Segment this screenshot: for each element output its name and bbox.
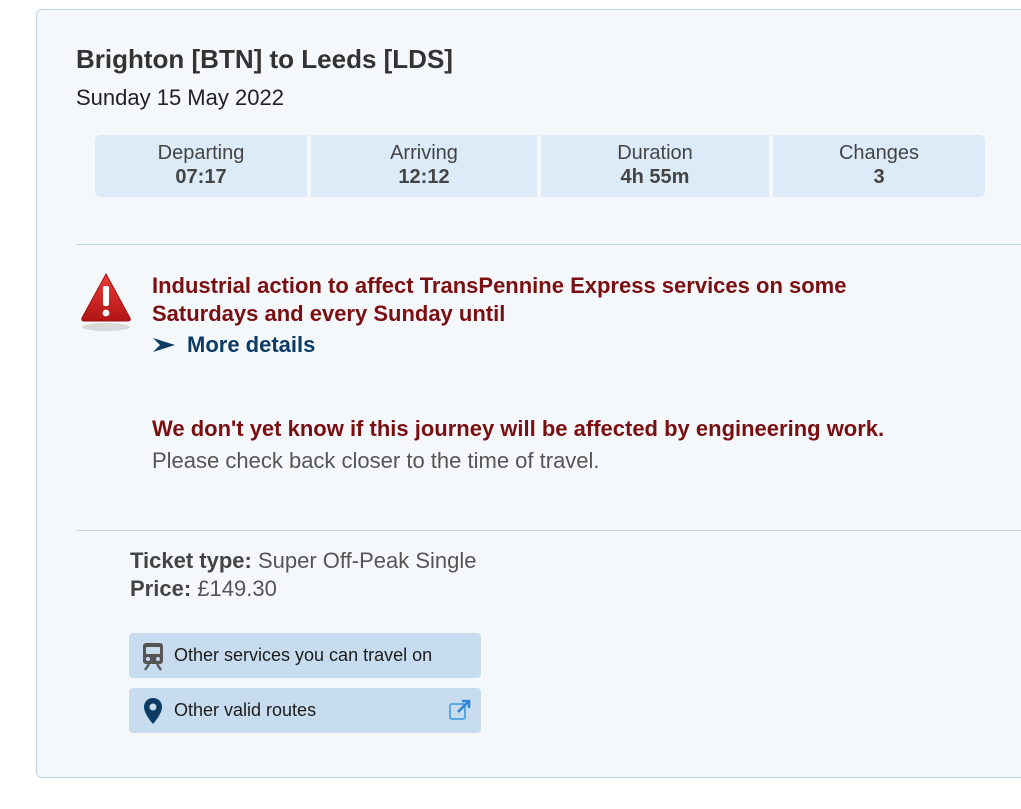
alert-title: Industrial action to affect TransPennine… [152, 273, 847, 326]
duration-cell: Duration 4h 55m [541, 135, 769, 197]
engineering-message: Please check back closer to the time of … [152, 448, 600, 473]
journey-date: Sunday 15 May 2022 [76, 85, 284, 110]
warning-icon [80, 271, 132, 335]
ticket-type: Ticket type: Super Off-Peak Single [130, 548, 476, 574]
other-routes-button[interactable]: Other valid routes [129, 688, 481, 733]
price-value: £149.30 [197, 576, 277, 601]
ticket-price: Price: £149.30 [130, 576, 277, 602]
changes-value: 3 [873, 166, 885, 188]
journey-panel: Brighton [BTN] to Leeds [LDS] Sunday 15 … [36, 9, 1021, 778]
ticket-type-value: Super Off-Peak Single [257, 548, 477, 573]
duration-value: 4h 55m [620, 166, 690, 188]
other-routes-label: Other valid routes [174, 700, 317, 720]
departing-cell: Departing 07:17 [95, 135, 307, 197]
duration-label: Duration [617, 142, 693, 164]
journey-title: Brighton [BTN] to Leeds [LDS] [76, 44, 453, 74]
changes-label: Changes [838, 142, 920, 164]
arriving-time: 12:12 [398, 166, 450, 188]
departing-time: 07:17 [175, 166, 227, 188]
other-services-label: Other services you can travel on [174, 645, 433, 665]
divider [76, 244, 1021, 245]
train-icon [140, 641, 166, 671]
arriving-cell: Arriving 12:12 [311, 135, 537, 197]
map-pin-icon [140, 696, 166, 726]
engineering-title: We don't yet know if this journey will b… [152, 416, 885, 441]
divider [76, 530, 1021, 531]
ticket-type-label: Ticket type: [130, 548, 252, 573]
chevron-right-icon [153, 338, 175, 352]
changes-cell: Changes 3 [773, 135, 985, 197]
other-services-button[interactable]: Other services you can travel on [129, 633, 481, 678]
external-link-icon [448, 698, 472, 722]
departing-label: Departing [157, 142, 245, 164]
more-details-label: More details [187, 332, 316, 357]
arriving-label: Arriving [390, 142, 458, 164]
more-details-link[interactable]: More details [152, 330, 315, 360]
price-label: Price: [130, 576, 192, 601]
